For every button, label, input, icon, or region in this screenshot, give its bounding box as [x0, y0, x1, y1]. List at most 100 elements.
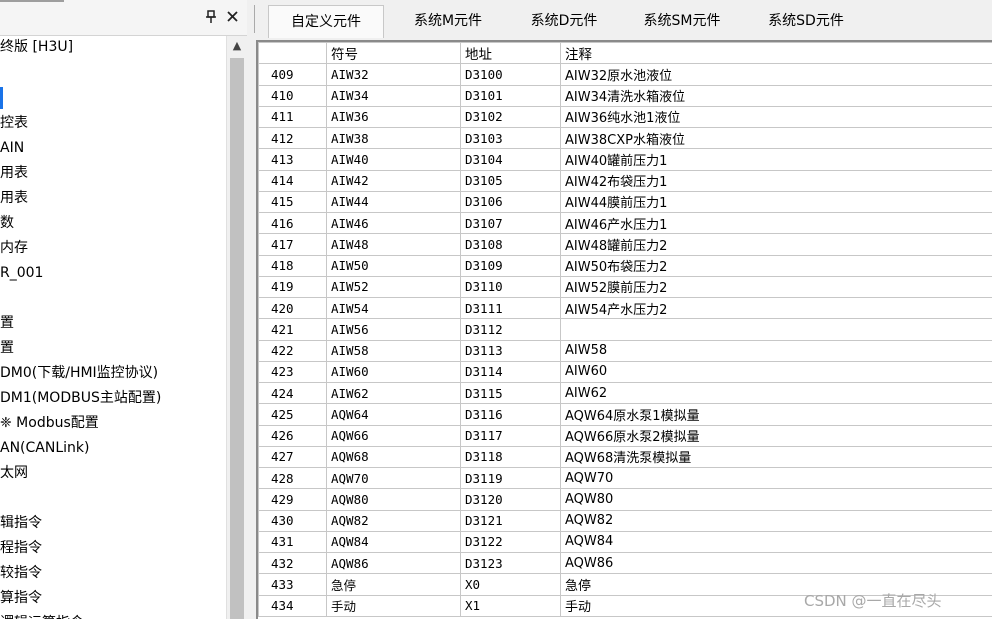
address-cell[interactable]: D3121 [460, 509, 561, 532]
address-cell[interactable]: D3120 [460, 488, 561, 511]
table-row[interactable]: 423 AIW60 D3114 AIW60 [258, 360, 992, 384]
row-number[interactable]: 415 [258, 190, 327, 214]
comment-cell[interactable]: AQW82 [560, 509, 992, 532]
address-cell[interactable]: D3111 [460, 296, 561, 320]
tree-item[interactable]: 终版 [H3U] [0, 36, 73, 58]
column-header-symbol[interactable]: 符号 [326, 42, 461, 65]
row-number[interactable]: 423 [258, 360, 327, 384]
comment-cell[interactable]: AIW58 [560, 339, 992, 362]
address-cell[interactable]: D3109 [460, 254, 561, 277]
comment-cell[interactable]: AQW64原水泵1模拟量 [560, 403, 992, 426]
tree-item[interactable]: 置 [0, 337, 14, 359]
table-row[interactable]: 419 AIW52 D3110 AIW52膜前压力2 [258, 275, 992, 299]
symbol-cell[interactable]: AIW60 [326, 360, 461, 384]
symbol-cell[interactable]: AIW44 [326, 190, 461, 214]
tree-item[interactable]: 用表 [0, 187, 28, 209]
tree-item[interactable]: AIN [0, 137, 24, 159]
address-cell[interactable]: D3104 [460, 148, 561, 171]
tree-item[interactable]: 算指令 [0, 587, 42, 609]
comment-cell[interactable]: AIW44膜前压力1 [560, 190, 992, 214]
table-row[interactable]: 427 AQW68 D3118 AQW68清洗泵模拟量 [258, 445, 992, 469]
address-cell[interactable]: D3105 [460, 169, 561, 192]
table-row[interactable]: 416 AIW46 D3107 AIW46产水压力1 [258, 211, 992, 235]
address-cell[interactable]: D3101 [460, 84, 561, 107]
row-number[interactable]: 417 [258, 233, 327, 256]
row-number[interactable]: 432 [258, 551, 327, 575]
symbol-cell[interactable]: AIW32 [326, 63, 461, 86]
table-row[interactable]: 426 AQW66 D3117 AQW66原水泵2模拟量 [258, 424, 992, 447]
column-header-comment[interactable]: 注释 [560, 42, 992, 65]
table-row[interactable]: 411 AIW36 D3102 AIW36纯水池1液位 [258, 105, 992, 129]
tab-system-d-elements[interactable]: 系统D元件 [514, 5, 614, 38]
symbol-cell[interactable]: 急停 [326, 573, 461, 596]
table-row[interactable]: 415 AIW44 D3106 AIW44膜前压力1 [258, 190, 992, 214]
address-cell[interactable]: D3102 [460, 105, 561, 129]
symbol-cell[interactable]: AIW50 [326, 254, 461, 277]
symbol-cell[interactable]: AQW86 [326, 551, 461, 575]
symbol-cell[interactable]: AQW66 [326, 424, 461, 447]
table-row[interactable]: 432 AQW86 D3123 AQW86 [258, 551, 992, 575]
symbol-cell[interactable]: AQW84 [326, 530, 461, 554]
table-row[interactable]: 413 AIW40 D3104 AIW40罐前压力1 [258, 148, 992, 171]
symbol-cell[interactable]: AQW64 [326, 403, 461, 426]
table-row[interactable]: 425 AQW64 D3116 AQW64原水泵1模拟量 [258, 403, 992, 426]
address-cell[interactable]: D3117 [460, 424, 561, 447]
symbol-cell[interactable]: AIW54 [326, 296, 461, 320]
symbol-cell[interactable]: AIW52 [326, 275, 461, 299]
row-number[interactable]: 430 [258, 509, 327, 532]
row-number[interactable]: 425 [258, 403, 327, 426]
address-cell[interactable]: D3112 [460, 318, 561, 341]
tree-item[interactable]: AN(CANLink) [0, 437, 89, 459]
table-row[interactable]: 424 AIW62 D3115 AIW62 [258, 381, 992, 405]
address-cell[interactable]: D3103 [460, 126, 561, 150]
comment-cell[interactable]: AQW84 [560, 530, 992, 554]
table-row[interactable]: 409 AIW32 D3100 AIW32原水池液位 [258, 63, 992, 86]
comment-cell[interactable]: AQW70 [560, 466, 992, 490]
tree-scrollbar[interactable]: ▲ [226, 36, 247, 619]
close-icon[interactable] [226, 8, 240, 24]
tab-system-sd-elements[interactable]: 系统SD元件 [750, 5, 862, 38]
symbol-cell[interactable]: AQW80 [326, 488, 461, 511]
address-cell[interactable]: X0 [460, 573, 561, 596]
symbol-cell[interactable]: AQW82 [326, 509, 461, 532]
comment-cell[interactable] [560, 318, 992, 341]
row-number[interactable]: 428 [258, 466, 327, 490]
tree-item[interactable]: ❈ Modbus配置 [0, 412, 99, 434]
tree-item[interactable]: 较指令 [0, 562, 42, 584]
symbol-cell[interactable]: AIW56 [326, 318, 461, 341]
comment-cell[interactable]: AQW66原水泵2模拟量 [560, 424, 992, 447]
row-number[interactable]: 427 [258, 445, 327, 469]
comment-cell[interactable]: AIW52膜前压力2 [560, 275, 992, 299]
row-number[interactable]: 426 [258, 424, 327, 447]
row-number[interactable]: 414 [258, 169, 327, 192]
table-row[interactable]: 410 AIW34 D3101 AIW34清洗水箱液位 [258, 84, 992, 107]
table-row[interactable]: 412 AIW38 D3103 AIW38CXP水箱液位 [258, 126, 992, 150]
table-row[interactable]: 422 AIW58 D3113 AIW58 [258, 339, 992, 362]
symbol-cell[interactable]: AIW42 [326, 169, 461, 192]
scroll-up-icon[interactable]: ▲ [227, 36, 247, 56]
tree-item[interactable]: 用表 [0, 162, 28, 184]
comment-cell[interactable]: AIW50布袋压力2 [560, 254, 992, 277]
comment-cell[interactable]: AIW40罐前压力1 [560, 148, 992, 171]
comment-cell[interactable]: AIW36纯水池1液位 [560, 105, 992, 129]
symbol-cell[interactable]: AIW48 [326, 233, 461, 256]
symbol-cell[interactable]: AQW68 [326, 445, 461, 469]
address-cell[interactable]: D3115 [460, 381, 561, 405]
row-number[interactable]: 433 [258, 573, 327, 596]
column-header-address[interactable]: 地址 [460, 42, 561, 65]
table-row[interactable]: 431 AQW84 D3122 AQW84 [258, 530, 992, 554]
address-cell[interactable]: D3110 [460, 275, 561, 299]
row-number[interactable]: 434 [258, 594, 327, 617]
comment-cell[interactable]: AIW60 [560, 360, 992, 384]
table-row[interactable]: 421 AIW56 D3112 [258, 318, 992, 341]
row-number[interactable]: 410 [258, 84, 327, 107]
table-row[interactable]: 414 AIW42 D3105 AIW42布袋压力1 [258, 169, 992, 192]
row-number[interactable]: 412 [258, 126, 327, 150]
comment-cell[interactable]: AQW86 [560, 551, 992, 575]
symbol-cell[interactable]: AIW46 [326, 211, 461, 235]
tree-item[interactable]: 逻辑运算指令 [0, 612, 84, 619]
symbol-cell[interactable]: AIW34 [326, 84, 461, 107]
table-row[interactable]: 417 AIW48 D3108 AIW48罐前压力2 [258, 233, 992, 256]
row-number[interactable]: 420 [258, 296, 327, 320]
tree-item[interactable]: DM1(MODBUS主站配置) [0, 387, 161, 409]
